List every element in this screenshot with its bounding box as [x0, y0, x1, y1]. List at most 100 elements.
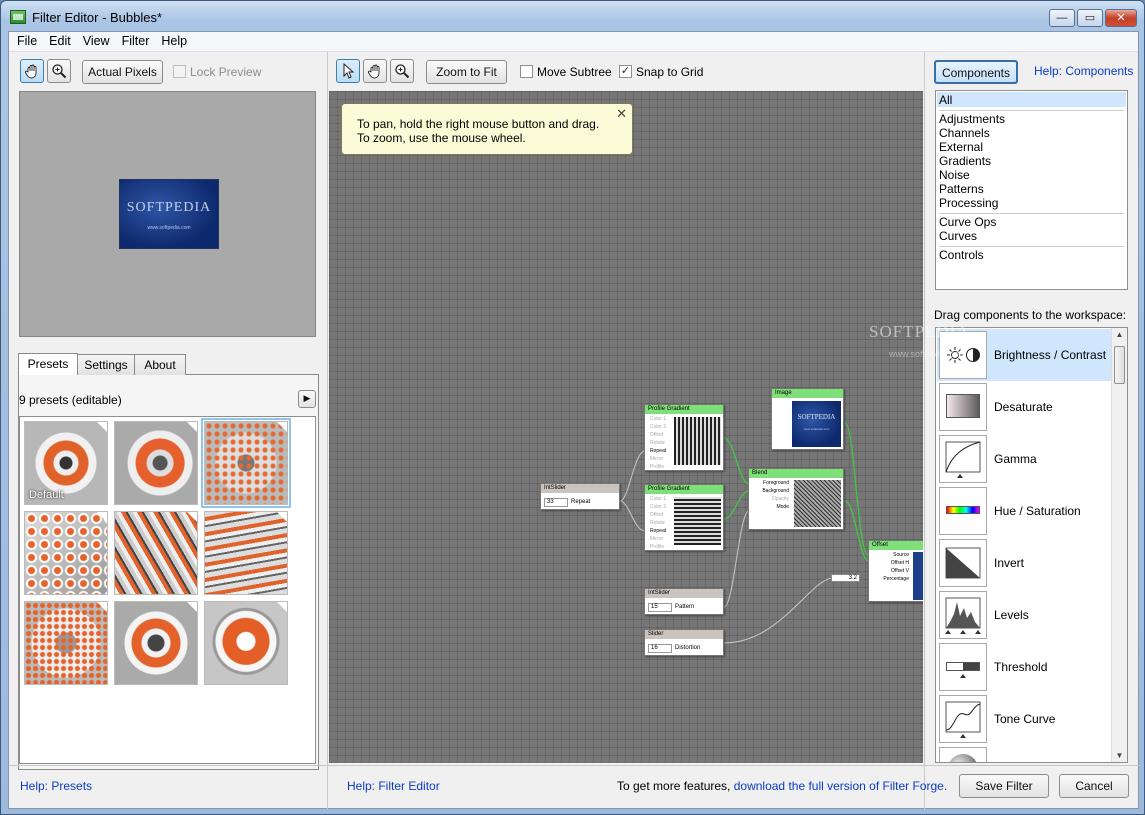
node-port[interactable]: Offset H: [869, 559, 909, 567]
node-value-field[interactable]: 33: [544, 498, 568, 507]
category-noise[interactable]: Noise: [939, 169, 970, 182]
preset-thumb-selected[interactable]: [201, 418, 291, 508]
node-port[interactable]: Percentage: [869, 575, 909, 583]
tab-about[interactable]: About: [134, 354, 186, 375]
node-port[interactable]: Offset V: [869, 567, 909, 575]
components-button[interactable]: Components: [934, 60, 1018, 84]
component-gamma[interactable]: Gamma: [937, 433, 1111, 485]
snap-to-grid-checkbox[interactable]: ✓ Snap to Grid: [619, 65, 703, 79]
preset-thumb[interactable]: [114, 511, 198, 595]
actual-pixels-button[interactable]: Actual Pixels: [82, 60, 163, 84]
node-port[interactable]: Color 2: [645, 423, 675, 431]
scroll-down-icon[interactable]: ▼: [1112, 751, 1127, 760]
offset-value-field[interactable]: 3.2: [831, 574, 860, 582]
lock-preview-box[interactable]: [173, 65, 186, 78]
category-controls[interactable]: Controls: [939, 249, 984, 262]
component-list-scrollbar[interactable]: ▲ ▼: [1111, 328, 1127, 762]
node-intslider-pattern[interactable]: IntSlider 15 Pattern: [644, 588, 724, 615]
move-subtree-box[interactable]: [520, 65, 533, 78]
left-splitter[interactable]: [327, 52, 328, 810]
category-processing[interactable]: Processing: [939, 197, 998, 210]
zoom-tool-button[interactable]: [47, 59, 71, 83]
preset-thumb[interactable]: [114, 421, 198, 505]
component-hue-saturation[interactable]: Hue / Saturation: [937, 485, 1111, 537]
component-desaturate[interactable]: Desaturate: [937, 381, 1111, 433]
category-list[interactable]: All Adjustments Channels External Gradie…: [935, 90, 1128, 290]
node-port[interactable]: Rotate: [645, 439, 675, 447]
component-tone-curve[interactable]: Tone Curve: [937, 693, 1111, 745]
node-profile-gradient-2[interactable]: Profile Gradient Color 1 Color 2 Offset …: [644, 484, 724, 551]
preset-thumb[interactable]: [204, 511, 288, 595]
category-adjustments[interactable]: Adjustments: [939, 113, 1005, 126]
hand-tool-button[interactable]: [20, 59, 44, 83]
maximize-button[interactable]: ▭: [1077, 9, 1103, 27]
node-port[interactable]: Repeat: [645, 527, 675, 535]
scrollbar-thumb[interactable]: [1114, 346, 1125, 384]
node-port[interactable]: Source: [869, 551, 909, 559]
node-value-field[interactable]: 15: [648, 603, 672, 612]
node-port[interactable]: Color 1: [645, 495, 675, 503]
node-slider-distortion[interactable]: Slider 16 Distortion: [644, 629, 724, 656]
category-curves[interactable]: Curves: [939, 230, 977, 243]
node-offset[interactable]: Offset Source Offset H Offset V Percenta…: [868, 540, 923, 602]
component-partial[interactable]: [937, 745, 1111, 762]
node-port[interactable]: Offset: [645, 431, 675, 439]
node-port[interactable]: Foreground: [749, 479, 789, 487]
zoom-to-fit-button[interactable]: Zoom to Fit: [426, 60, 507, 84]
tab-presets[interactable]: Presets: [18, 353, 78, 375]
cancel-button[interactable]: Cancel: [1059, 774, 1129, 798]
category-gradients[interactable]: Gradients: [939, 155, 991, 168]
node-port[interactable]: Mirror: [645, 455, 675, 463]
save-filter-button[interactable]: Save Filter: [959, 774, 1049, 798]
menu-file[interactable]: File: [11, 32, 43, 51]
menu-view[interactable]: View: [77, 32, 116, 51]
node-port[interactable]: Rotate: [645, 519, 675, 527]
node-port[interactable]: Profile: [645, 463, 675, 471]
menu-help[interactable]: Help: [155, 32, 193, 51]
node-port[interactable]: Background: [749, 487, 789, 495]
category-channels[interactable]: Channels: [939, 127, 990, 140]
node-port[interactable]: Offset: [645, 511, 675, 519]
download-full-version-link[interactable]: download the full version of Filter Forg…: [734, 779, 947, 793]
node-port[interactable]: Repeat: [645, 447, 675, 455]
node-value-field[interactable]: 16: [648, 644, 672, 653]
lock-preview-checkbox[interactable]: Lock Preview: [173, 65, 261, 79]
preset-thumb[interactable]: [204, 601, 288, 685]
category-external[interactable]: External: [939, 141, 983, 154]
move-subtree-checkbox[interactable]: Move Subtree: [520, 65, 612, 79]
preset-thumb[interactable]: [114, 601, 198, 685]
node-port[interactable]: Mode: [749, 503, 789, 511]
node-port[interactable]: Profile: [645, 543, 675, 551]
scroll-up-icon[interactable]: ▲: [1112, 330, 1127, 339]
preset-thumb[interactable]: [24, 601, 108, 685]
help-components-link[interactable]: Help: Components: [1034, 64, 1133, 78]
help-filter-editor-link[interactable]: Help: Filter Editor: [347, 779, 440, 793]
node-port[interactable]: Color 1: [645, 415, 675, 423]
close-button[interactable]: ✕: [1105, 9, 1137, 27]
category-curve-ops[interactable]: Curve Ops: [939, 216, 996, 229]
node-port[interactable]: Opacity: [749, 495, 789, 503]
help-presets-link[interactable]: Help: Presets: [20, 779, 92, 793]
snap-to-grid-box[interactable]: ✓: [619, 65, 632, 78]
minimize-button[interactable]: —: [1049, 9, 1075, 27]
component-invert[interactable]: Invert: [937, 537, 1111, 589]
select-tool-button[interactable]: [336, 59, 360, 83]
node-port[interactable]: Color 2: [645, 503, 675, 511]
component-threshold[interactable]: Threshold: [937, 641, 1111, 693]
node-image[interactable]: Image SOFTPEDIA www.softpedia.com: [771, 388, 844, 450]
menu-filter[interactable]: Filter: [116, 32, 156, 51]
right-splitter[interactable]: [924, 52, 925, 810]
title-bar[interactable]: Filter Editor - Bubbles* — ▭ ✕: [1, 1, 1144, 31]
node-intslider-repeat[interactable]: IntSlider 33 Repeat: [540, 483, 620, 510]
category-all[interactable]: All: [939, 94, 952, 107]
pan-tool-button[interactable]: [363, 59, 387, 83]
zoom-tool-button[interactable]: [390, 59, 414, 83]
component-list[interactable]: Brightness / Contrast Desaturate Gamma H…: [935, 327, 1128, 763]
tab-settings[interactable]: Settings: [77, 354, 135, 375]
node-workspace[interactable]: To pan, hold the right mouse button and …: [329, 91, 923, 763]
filter-preview[interactable]: SOFTPEDIA www.softpedia.com: [19, 91, 316, 337]
node-port[interactable]: Mirror: [645, 535, 675, 543]
node-blend[interactable]: Blend Foreground Background Opacity Mode: [748, 468, 844, 530]
component-levels[interactable]: Levels: [937, 589, 1111, 641]
node-profile-gradient-1[interactable]: Profile Gradient Color 1 Color 2 Offset …: [644, 404, 724, 471]
